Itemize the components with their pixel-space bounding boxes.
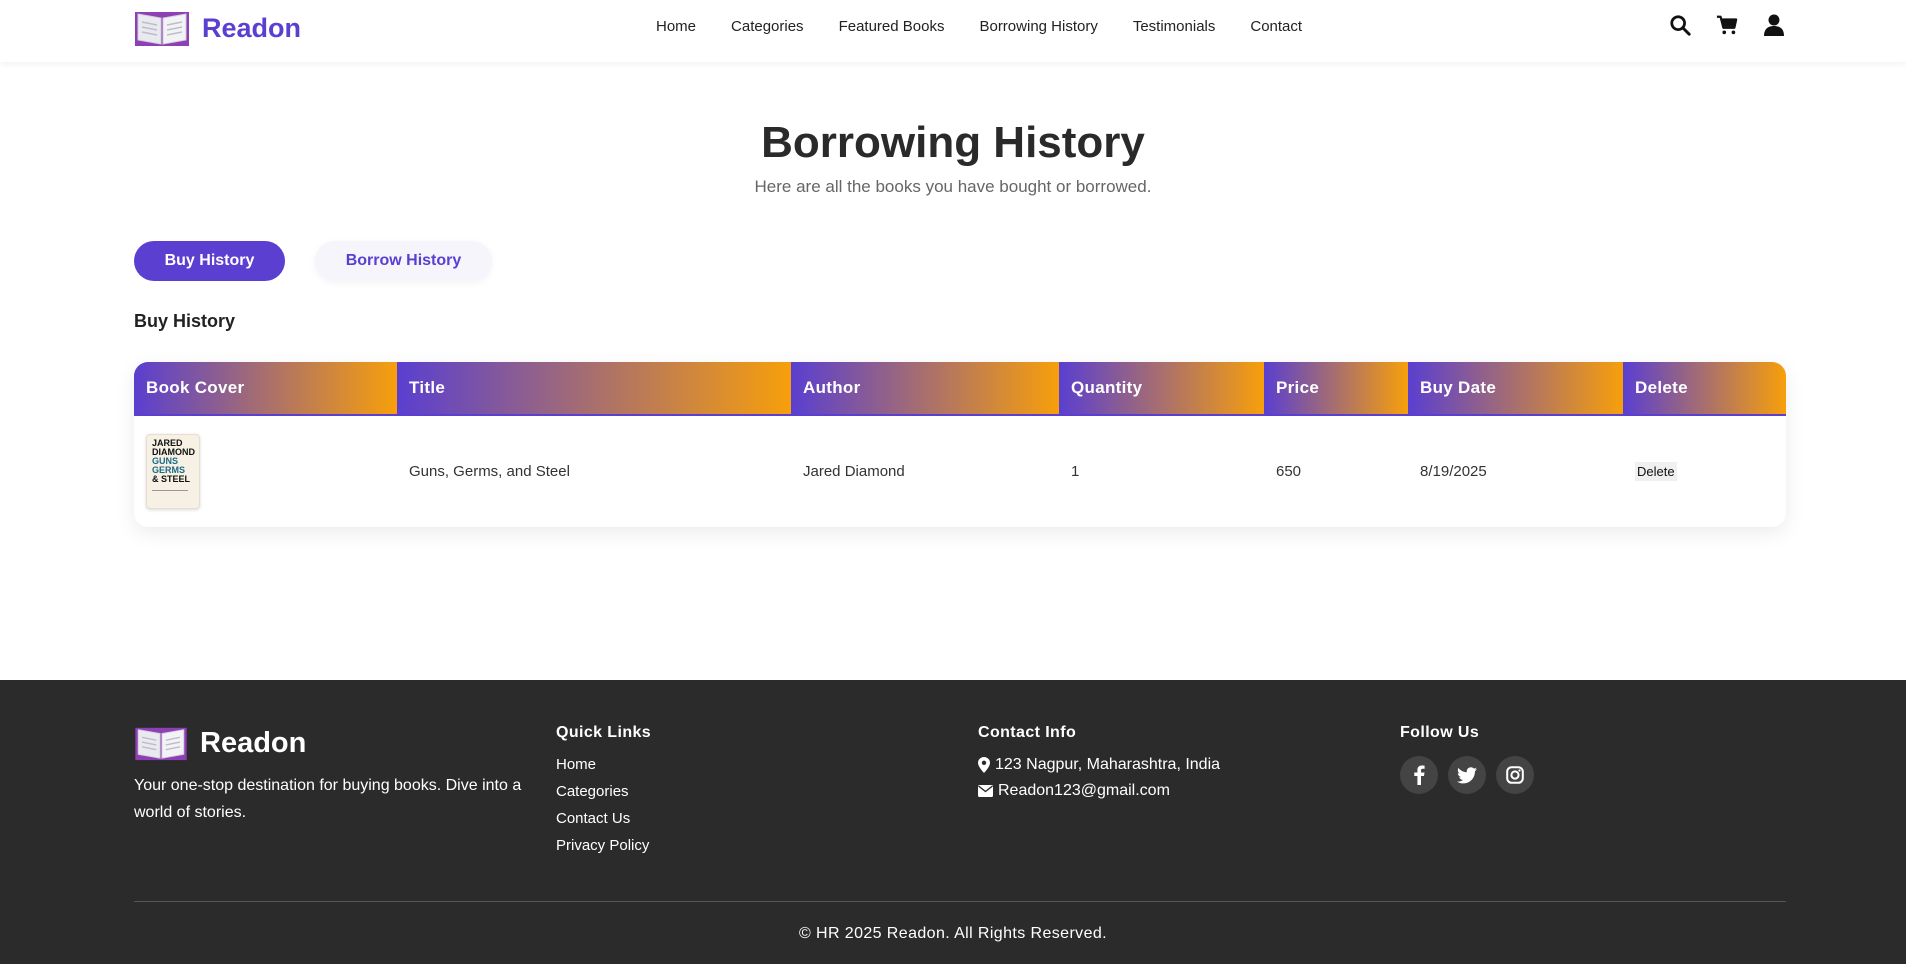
footer-link-categories[interactable]: Categories [556, 783, 651, 800]
book-cover-image: JARED DIAMOND GUNS GERMS & STEEL [146, 434, 200, 509]
site-footer: Readon Your one-stop destination for buy… [0, 680, 1906, 964]
author-cell: Jared Diamond [803, 463, 905, 480]
contact-email-text[interactable]: Readon123@gmail.com [998, 782, 1170, 800]
contact-info: Contact Info 123 Nagpur, Maharashtra, In… [978, 724, 1220, 808]
tab-borrow-history[interactable]: Borrow History [315, 241, 492, 281]
column-header: Quantity [1059, 362, 1264, 416]
site-header: Readon Home Categories Featured Books Bo… [0, 0, 1906, 62]
page-subtitle: Here are all the books you have bought o… [754, 177, 1152, 196]
table-header-row: Book Cover Title Author Quantity Price B… [134, 362, 1786, 416]
follow-us-title: Follow Us [1400, 724, 1480, 741]
cart-icon[interactable] [1715, 13, 1739, 37]
follow-us: Follow Us [1400, 724, 1544, 794]
tab-buy-history[interactable]: Buy History [134, 241, 285, 281]
book-logo-icon [135, 12, 189, 46]
column-header: Book Cover [134, 362, 397, 416]
footer-link-home[interactable]: Home [556, 756, 651, 773]
page-title: Borrowing History [761, 118, 1145, 167]
delete-cell: Delete [1623, 415, 1786, 527]
nav-contact[interactable]: Contact [1250, 18, 1302, 35]
brand[interactable]: Readon [134, 8, 301, 48]
quick-links: Quick Links Home Categories Contact Us P… [556, 724, 651, 864]
contact-email: Readon123@gmail.com [978, 782, 1220, 800]
nav-featured-books[interactable]: Featured Books [839, 18, 945, 35]
footer-divider [134, 901, 1786, 902]
contact-address: 123 Nagpur, Maharashtra, India [978, 756, 1220, 774]
title-cell: Guns, Germs, and Steel [409, 463, 570, 480]
footer-link-privacy-policy[interactable]: Privacy Policy [556, 837, 651, 854]
column-header: Buy Date [1408, 362, 1623, 416]
footer-brand-name: Readon [200, 726, 307, 759]
map-pin-icon [978, 757, 990, 773]
instagram-icon[interactable] [1496, 756, 1534, 794]
facebook-icon[interactable] [1400, 756, 1438, 794]
footer-link-contact-us[interactable]: Contact Us [556, 810, 651, 827]
nav-home[interactable]: Home [656, 18, 696, 35]
buy-date-cell: 8/19/2025 [1420, 463, 1487, 480]
contact-info-title: Contact Info [978, 724, 1077, 741]
column-header: Title [397, 362, 791, 416]
book-logo-icon [135, 727, 187, 761]
quick-links-title: Quick Links [556, 724, 652, 741]
footer-brand[interactable]: Readon [134, 724, 306, 762]
price-cell: 650 [1276, 463, 1302, 480]
column-header: Author [791, 362, 1059, 416]
header-actions [1645, 13, 1786, 37]
buy-history-table: Book Cover Title Author Quantity Price B… [134, 362, 1786, 527]
section-title: Buy History [134, 311, 236, 331]
envelope-icon [978, 785, 993, 797]
nav-categories[interactable]: Categories [731, 18, 804, 35]
twitter-icon[interactable] [1448, 756, 1486, 794]
nav-testimonials[interactable]: Testimonials [1133, 18, 1216, 35]
search-icon[interactable] [1668, 13, 1692, 37]
quantity-cell: 1 [1071, 463, 1080, 480]
delete-button[interactable]: Delete [1635, 462, 1677, 481]
footer-tagline: Your one-stop destination for buying boo… [134, 777, 522, 821]
nav-borrowing-history[interactable]: Borrowing History [979, 18, 1097, 35]
column-header: Price [1264, 362, 1408, 416]
column-header: Delete [1623, 362, 1786, 416]
table-row: JARED DIAMOND GUNS GERMS & STEEL Guns, G… [134, 415, 1786, 527]
cover-cell: JARED DIAMOND GUNS GERMS & STEEL [134, 415, 397, 527]
brand-name: Readon [202, 12, 302, 43]
cover-text: & STEEL [152, 474, 191, 484]
user-icon[interactable] [1762, 13, 1786, 37]
copyright: © HR 2025 Readon. All Rights Reserved. [798, 925, 1108, 942]
contact-address-text: 123 Nagpur, Maharashtra, India [995, 756, 1221, 773]
cover-decoration [152, 490, 188, 494]
main-nav: Home Categories Featured Books Borrowing… [656, 18, 1302, 35]
